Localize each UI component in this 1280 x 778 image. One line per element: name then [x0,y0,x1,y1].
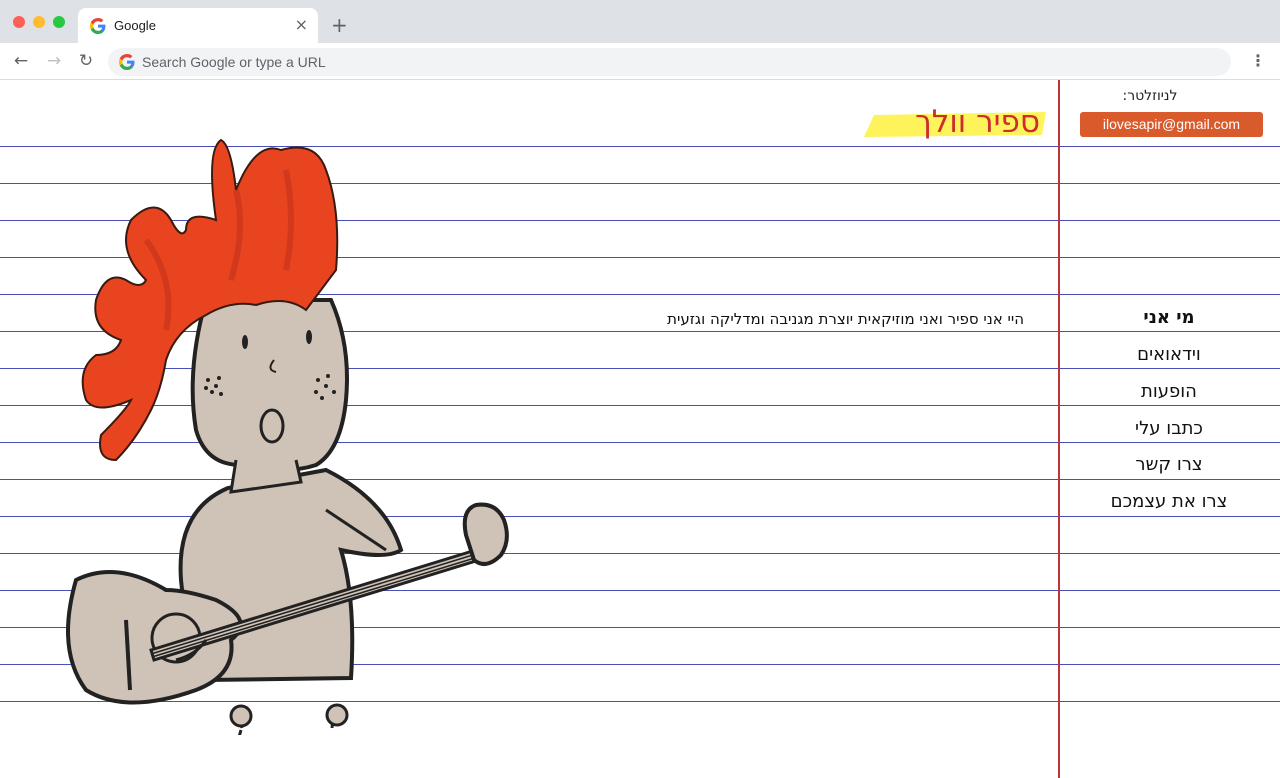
reload-icon[interactable]: ↻ [76,51,96,71]
nav-item-contact[interactable]: צרו קשר [1062,453,1276,477]
newsletter-label: לניוזלטר: [1122,88,1178,104]
browser-titlebar: Google × + [0,0,1280,43]
back-arrow-icon[interactable]: ← [11,51,31,71]
nav-item-shows[interactable]: הופעות [1062,380,1276,404]
minimize-window-button[interactable] [33,16,45,28]
address-bar[interactable]: Search Google or type a URL [108,48,1231,76]
margin-line [1058,80,1060,778]
address-bar-placeholder: Search Google or type a URL [142,54,326,70]
site-title-block[interactable]: ספיר וולך [862,102,1050,142]
maximize-window-button[interactable] [53,16,65,28]
google-g-icon [119,54,135,70]
newsletter-email-button[interactable]: ilovesapir@gmail.com [1080,112,1263,137]
forward-arrow-icon[interactable]: → [44,51,64,71]
bio-text: היי אני ספיר ואני מוזיקאית יוצרת מגניבה … [667,310,1024,328]
browser-toolbar: ← → ↻ Search Google or type a URL ⋮ [0,43,1280,80]
tab-close-icon[interactable]: × [295,16,308,34]
singer-with-guitar-illustration [66,138,509,735]
site-title: ספיר וולך [915,104,1040,140]
tab-title: Google [114,18,156,33]
google-g-icon [90,18,106,34]
browser-menu-icon[interactable]: ⋮ [1250,51,1266,71]
notebook-page: לניוזלטר: ilovesapir@gmail.com ספיר וולך… [0,80,1280,778]
browser-tab[interactable]: Google × [78,8,318,43]
nav-item-about[interactable]: מי אני [1062,306,1276,330]
nav-item-press[interactable]: כתבו עלי [1062,417,1276,441]
close-window-button[interactable] [13,16,25,28]
new-tab-button[interactable]: + [331,14,348,36]
nav-item-create-yourself[interactable]: צרו את עצמכם [1062,490,1276,514]
nav-item-videos[interactable]: וידאואים [1062,343,1276,367]
